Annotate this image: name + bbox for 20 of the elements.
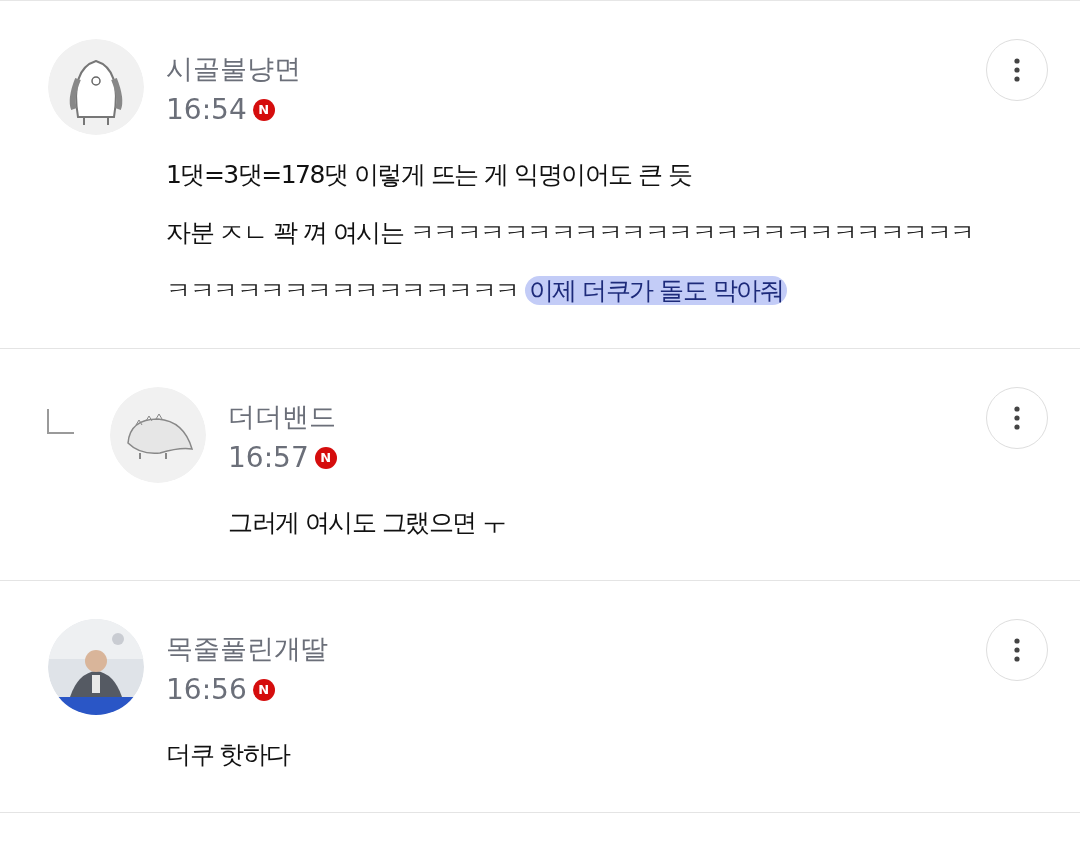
new-badge: N [252,678,275,701]
vertical-dots-icon [1014,58,1020,82]
new-badge: N [252,98,275,121]
reply-indicator-icon [46,409,74,435]
vertical-dots-icon [1014,638,1020,662]
author-name: 더더밴드 [228,400,337,434]
comment-time: 16:54 [166,93,247,126]
comment-text: 더쿠 핫하다 [166,739,292,771]
penguin-avatar-icon [48,39,144,135]
comment-text: 자분 ㅈㄴ 꽉 껴 여시는 ㅋㅋㅋㅋㅋㅋㅋㅋㅋㅋㅋㅋㅋㅋㅋㅋㅋㅋㅋㅋㅋㅋㅋㅋ [166,217,975,249]
comment-text: 1댓=3댓=178댓 이렇게 뜨는 게 익명이어도 큰 듯 [166,159,693,191]
comment-time: 16:56 [166,673,247,706]
author-name: 목줄풀린개딸 [166,632,329,666]
comment-text: ㅋㅋㅋㅋㅋㅋㅋㅋㅋㅋㅋㅋㅋㅋㅋ 이제 더쿠가 돌도 막아줘 [166,262,986,320]
comment-time: 16:57 [228,441,309,474]
new-badge: N [314,446,337,469]
creature-avatar-icon [110,387,206,483]
comment-text: 그러게 여시도 그랬으면 ㅜ [228,507,507,539]
vertical-dots-icon [1014,406,1020,430]
author-name: 시골불냥면 [166,52,302,86]
